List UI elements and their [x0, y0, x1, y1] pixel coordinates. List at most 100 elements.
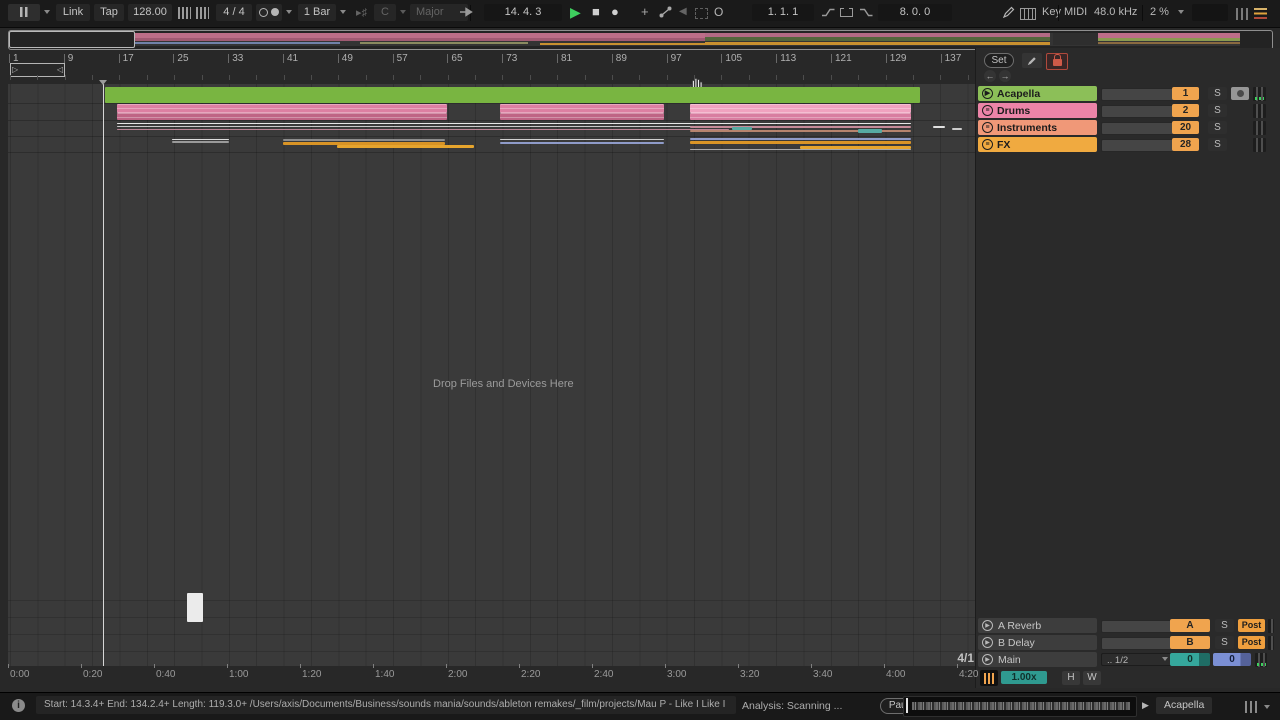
group-fold-icon[interactable]: ≡: [982, 122, 993, 133]
forward-arrow-icon[interactable]: →: [999, 70, 1011, 82]
nudge-down-icon[interactable]: [178, 7, 191, 19]
main-track-header[interactable]: ▶ Main: [978, 652, 1097, 667]
chevron-down-icon[interactable]: [1264, 705, 1270, 709]
track-volume-slider[interactable]: [1101, 139, 1175, 152]
quantize-menu[interactable]: 1 Bar: [298, 4, 336, 21]
stop-button[interactable]: ■: [592, 4, 600, 19]
tempo-field[interactable]: 128.00: [128, 4, 172, 21]
chevron-down-icon[interactable]: [286, 10, 292, 14]
loop-start-field[interactable]: 1. 1. 1: [752, 4, 814, 21]
arrangement-clip[interactable]: [117, 123, 729, 124]
solo-button[interactable]: S: [1208, 104, 1227, 117]
menu-icon[interactable]: [1254, 8, 1267, 22]
arrangement-clip[interactable]: [105, 87, 920, 103]
scale-root-field[interactable]: C: [374, 4, 396, 21]
meter-zoom-icon[interactable]: [980, 670, 998, 686]
track-volume-slider[interactable]: [1101, 105, 1175, 118]
arrangement-clip[interactable]: [690, 126, 911, 128]
unfold-icon[interactable]: ▶: [982, 654, 993, 665]
set-button[interactable]: Set: [984, 53, 1014, 68]
arrangement-clip[interactable]: [337, 145, 474, 148]
track-volume-slider[interactable]: [1101, 88, 1175, 101]
arrangement-clip[interactable]: [172, 139, 229, 140]
levels-icon[interactable]: [1245, 700, 1257, 718]
zoom-height-button[interactable]: H: [1062, 671, 1080, 685]
solo-button[interactable]: S: [1215, 636, 1234, 649]
nudge-up-icon[interactable]: [196, 7, 209, 19]
arrangement-clip[interactable]: [933, 126, 945, 128]
track-header-drums[interactable]: ≡ Drums: [978, 103, 1097, 118]
return-track-a-reverb[interactable]: ▶ A Reverb: [978, 618, 1097, 633]
post-toggle[interactable]: Post: [1238, 636, 1265, 649]
clip-play-icon[interactable]: ▶: [1142, 700, 1149, 711]
arrangement-clip[interactable]: [690, 141, 911, 144]
arrangement-clip[interactable]: [858, 129, 882, 133]
start-marker[interactable]: [99, 80, 107, 85]
return-volume-slider[interactable]: [1101, 620, 1175, 633]
lock-icon[interactable]: [1046, 53, 1068, 70]
track-header-fx[interactable]: ≡ FX: [978, 137, 1097, 152]
return-track-b-delay[interactable]: ▶ B Delay: [978, 635, 1097, 650]
link-button[interactable]: Link: [56, 4, 90, 21]
arrangement-clip[interactable]: [500, 142, 664, 144]
record-button[interactable]: ●: [611, 4, 619, 19]
unfold-icon[interactable]: ▶: [982, 637, 993, 648]
group-fold-icon[interactable]: ≡: [982, 105, 993, 116]
arrangement-clip[interactable]: [117, 126, 729, 127]
track-routing-number[interactable]: 1: [1172, 87, 1199, 100]
pencil-icon[interactable]: [1022, 53, 1042, 68]
options-icon[interactable]: [8, 4, 40, 21]
arrangement-clip[interactable]: [283, 139, 445, 141]
arrangement-clip[interactable]: [732, 127, 752, 130]
solo-button[interactable]: S: [1208, 138, 1227, 151]
track-volume-slider[interactable]: [1101, 122, 1175, 135]
arrangement-clip[interactable]: [690, 138, 911, 140]
track-routing-number[interactable]: 2: [1172, 104, 1199, 117]
automation-arm-icon[interactable]: [659, 6, 672, 21]
chevron-down-icon[interactable]: [340, 10, 346, 14]
midi-map-button[interactable]: MIDI: [1064, 6, 1087, 18]
arrangement-clip[interactable]: [187, 593, 203, 622]
arrangement-clip[interactable]: [500, 139, 664, 140]
track-header-instruments[interactable]: ≡ Instruments: [978, 120, 1097, 135]
follow-icon[interactable]: [460, 7, 474, 20]
clip-preview-waveform[interactable]: [903, 696, 1137, 717]
solo-button[interactable]: S: [1208, 121, 1227, 134]
play-button[interactable]: ▶: [570, 4, 581, 21]
group-fold-icon[interactable]: ≡: [982, 139, 993, 150]
back-arrow-icon[interactable]: ←: [984, 70, 996, 82]
overview-viewport-box[interactable]: [9, 31, 135, 48]
arrangement-clip[interactable]: [952, 128, 962, 130]
punch-in-icon[interactable]: [822, 8, 835, 20]
track-header-acapella[interactable]: ▶ Acapella: [978, 86, 1097, 101]
cpu-meter[interactable]: 2 %: [1150, 6, 1169, 18]
arrangement-grid[interactable]: [8, 84, 975, 666]
main-pan-knob[interactable]: 0: [1170, 653, 1210, 666]
arrangement-position-field[interactable]: 14. 4. 3: [484, 4, 562, 21]
arrangement-clip[interactable]: [117, 104, 447, 113]
arrangement-clip[interactable]: [117, 129, 729, 130]
playing-clip-name[interactable]: Acapella: [1156, 697, 1212, 714]
draw-mode-icon[interactable]: [1003, 6, 1015, 21]
plus-icon[interactable]: +: [641, 4, 649, 19]
solo-button[interactable]: S: [1208, 87, 1227, 100]
solo-button[interactable]: S: [1215, 619, 1234, 632]
track-routing-number[interactable]: 28: [1172, 138, 1199, 151]
main-volume-fader[interactable]: 0: [1213, 653, 1251, 666]
arrangement-clip[interactable]: [690, 123, 911, 124]
metronome-icon[interactable]: [256, 4, 282, 21]
arrangement-clip[interactable]: [690, 149, 911, 150]
chevron-down-icon[interactable]: [44, 10, 50, 14]
post-toggle[interactable]: Post: [1238, 619, 1265, 632]
zoom-level-field[interactable]: 1.00x: [1001, 671, 1047, 684]
arm-button[interactable]: [1231, 87, 1249, 100]
re-enable-automation-icon[interactable]: ◀: [679, 6, 687, 17]
capture-midi-icon[interactable]: [695, 8, 708, 22]
return-letter[interactable]: A: [1170, 619, 1210, 632]
chevron-down-icon[interactable]: [1162, 657, 1168, 661]
arrangement-clip[interactable]: [690, 113, 911, 120]
return-letter[interactable]: B: [1170, 636, 1210, 649]
unfold-icon[interactable]: ▶: [982, 620, 993, 631]
playhead[interactable]: [103, 84, 104, 666]
loop-icon[interactable]: [840, 8, 853, 20]
